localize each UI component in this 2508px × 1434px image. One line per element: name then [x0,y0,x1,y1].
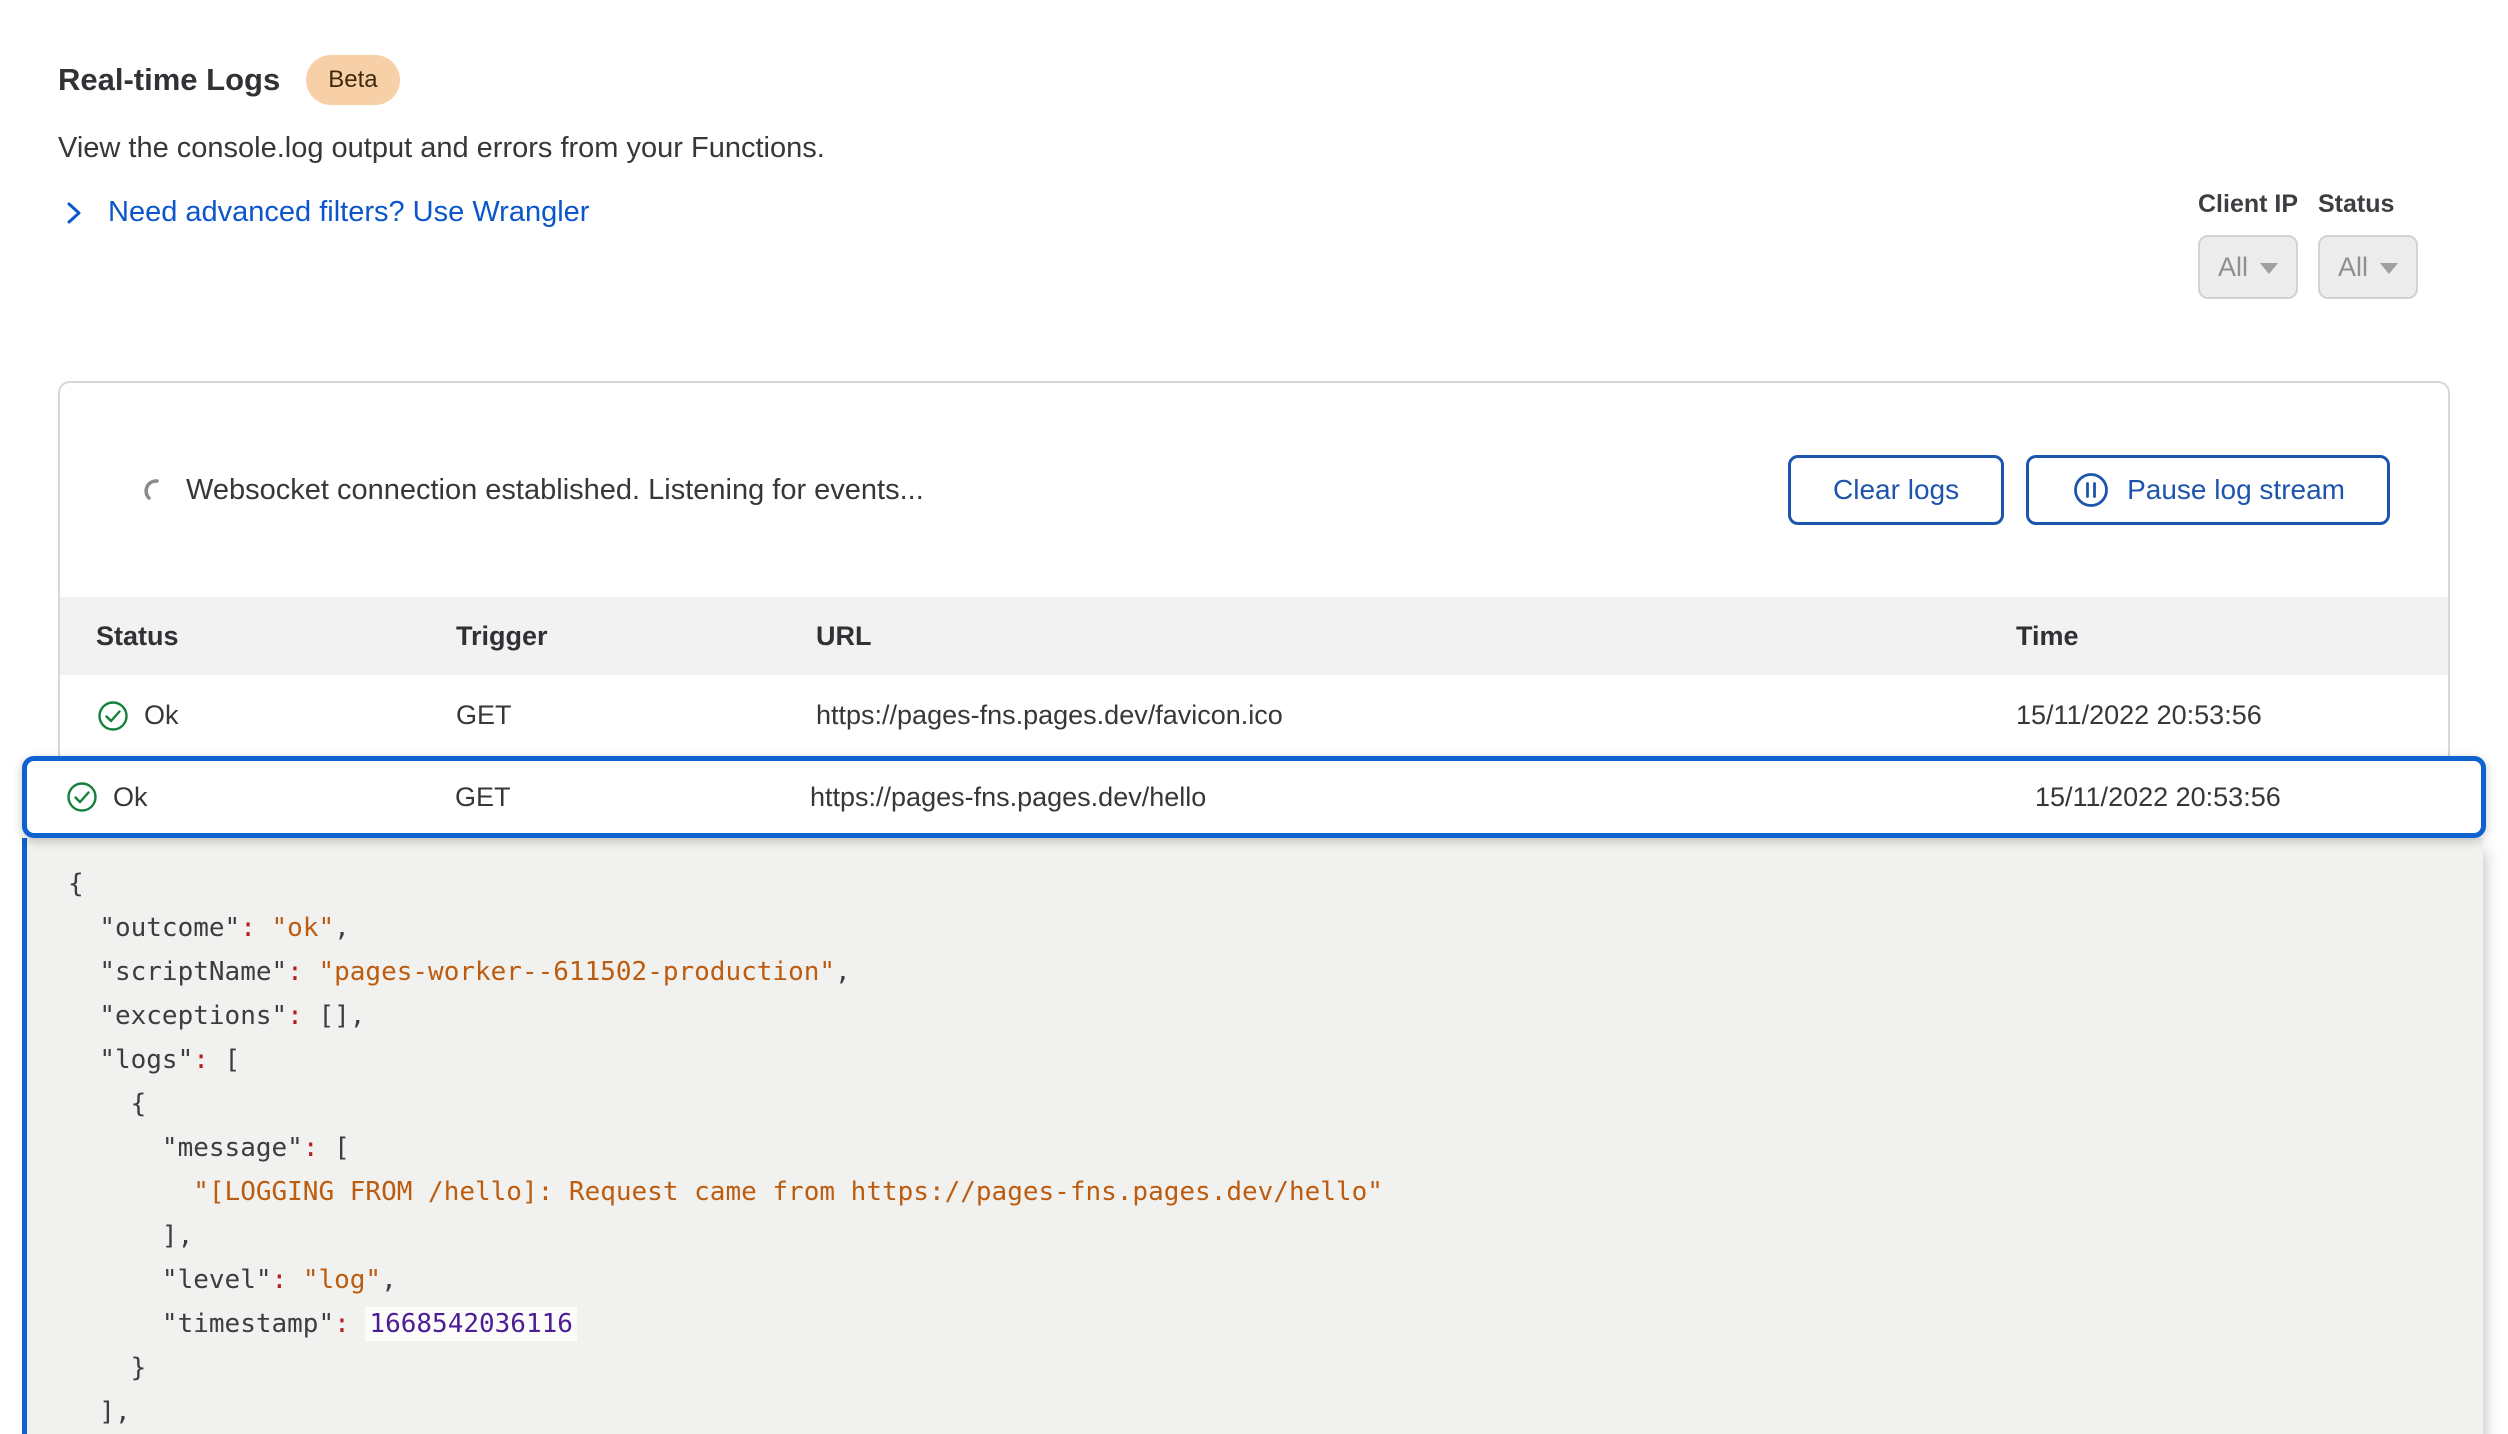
caret-down-icon [2260,263,2278,274]
chevron-right-icon [62,200,86,226]
wrangler-link-label: Need advanced filters? Use Wrangler [108,196,589,229]
page-subtitle: View the console.log output and errors f… [58,132,825,165]
table-row[interactable]: Ok GET https://pages-fns.pages.dev/favic… [60,675,2448,756]
row-url: https://pages-fns.pages.dev/favicon.ico [816,700,2016,731]
status-filter-label: Status [2318,190,2418,219]
check-circle-icon [96,699,130,733]
client-ip-dropdown[interactable]: All [2198,235,2298,299]
row-time: 15/11/2022 20:53:56 [2035,782,2481,813]
row-status: Ok [113,782,148,813]
wrangler-link[interactable]: Need advanced filters? Use Wrangler [62,196,589,229]
row-trigger: GET [456,700,816,731]
clear-logs-label: Clear logs [1833,474,1959,506]
status-dropdown[interactable]: All [2318,235,2418,299]
row-status: Ok [144,700,179,731]
row-time: 15/11/2022 20:53:56 [2016,700,2448,731]
pause-log-stream-button[interactable]: Pause log stream [2026,455,2390,525]
log-detail-panel: { "outcome": "ok", "scriptName": "pages-… [22,838,2483,1434]
client-ip-dropdown-value: All [2218,252,2248,283]
page-header: Real-time Logs Beta [58,55,400,105]
caret-down-icon [2380,263,2398,274]
column-header-url: URL [816,621,2016,652]
column-header-status: Status [96,621,456,652]
websocket-status-message: Websocket connection established. Listen… [186,474,924,507]
row-url: https://pages-fns.pages.dev/hello [810,782,2035,813]
table-row-expanded[interactable]: Ok GET https://pages-fns.pages.dev/hello… [22,756,2486,838]
column-header-time: Time [2016,621,2448,652]
log-detail-code: { "outcome": "ok", "scriptName": "pages-… [68,862,2483,1434]
page-title: Real-time Logs [58,62,280,98]
check-circle-icon [65,780,99,814]
table-header-row: Status Trigger URL Time [60,597,2448,675]
column-header-trigger: Trigger [456,621,816,652]
status-dropdown-value: All [2338,252,2368,283]
status-filter: Status All [2318,190,2418,299]
client-ip-filter: Client IP All [2198,190,2298,299]
logs-toolbar: Websocket connection established. Listen… [60,383,2448,597]
pause-circle-icon [2071,470,2111,510]
beta-badge: Beta [306,55,399,105]
pause-log-stream-label: Pause log stream [2127,474,2345,506]
row-trigger: GET [455,782,810,813]
client-ip-label: Client IP [2198,190,2298,219]
spinner-icon [142,476,170,504]
realtime-logs-page: Real-time Logs Beta View the console.log… [0,0,2508,1434]
clear-logs-button[interactable]: Clear logs [1788,455,2004,525]
websocket-status: Websocket connection established. Listen… [142,474,1788,507]
